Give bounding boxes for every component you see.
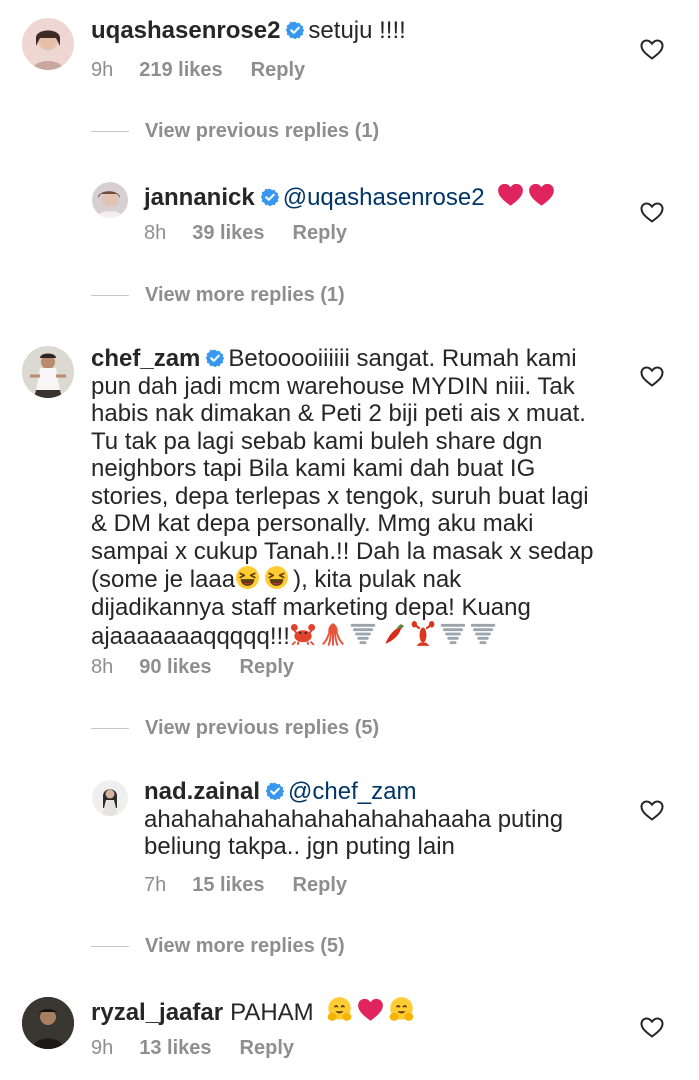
comment-body: nad.zainal @chef_zam ahahahahahahahahahah… <box>144 778 624 861</box>
laughing-emoji-icon <box>264 565 289 590</box>
username[interactable]: ryzal_jaafar <box>91 999 223 1026</box>
comment-line: ahahahahahahahahahahahaaha puting <box>144 805 564 833</box>
comment-body: chef_zam Betooooiiiiii sangat. Rumah kami… <box>91 345 631 651</box>
comment-text: ajaaaaaaaqqqqq!!! <box>91 623 290 650</box>
username[interactable]: chef_zam <box>91 345 200 372</box>
comment-line: beliung takpa.. jgn puting lain <box>144 833 455 860</box>
reply-button[interactable]: Reply <box>251 59 305 81</box>
comment-line: ajaaaaaaaqqqqq!!! <box>91 621 631 651</box>
comment-meta: 9h 13 likes Reply <box>91 1037 294 1060</box>
comment-text: setuju !!!! <box>308 17 406 44</box>
view-more-replies-button[interactable]: View more replies (5) <box>91 933 345 959</box>
hugging-face-emoji-icon <box>389 996 415 1022</box>
timestamp: 9h <box>91 1037 114 1059</box>
verified-badge-icon <box>206 349 225 367</box>
comment-text: PAHAM <box>230 999 314 1026</box>
toggle-label: View previous replies (1) <box>145 119 380 142</box>
like-heart-icon[interactable] <box>640 799 664 821</box>
comment-text: ), kita pulak nak <box>293 566 462 593</box>
comment-meta: 7h 15 likes Reply <box>144 874 347 897</box>
squid-emoji-icon <box>322 622 344 646</box>
likes-count[interactable]: 13 likes <box>139 1037 211 1059</box>
comment-line: sampai x cukup Tanah.!! Dah la masak x s… <box>91 537 594 565</box>
timestamp: 9h <box>91 59 114 81</box>
hugging-face-emoji-icon <box>327 996 353 1022</box>
avatar[interactable] <box>22 346 74 398</box>
like-heart-icon[interactable] <box>640 38 664 60</box>
username[interactable]: nad.zainal <box>144 778 260 805</box>
lobster-emoji-icon <box>410 621 436 647</box>
divider-line <box>91 945 129 947</box>
comment-line: Tu tak pa lagi sebab kami buleh share dg… <box>91 427 543 455</box>
avatar[interactable] <box>22 18 74 70</box>
toggle-label: View more replies (5) <box>145 934 345 957</box>
avatar[interactable] <box>22 997 74 1049</box>
tornado-emoji-icon <box>440 623 466 645</box>
divider-line <box>91 130 129 132</box>
toggle-label: View previous replies (5) <box>145 716 380 739</box>
laughing-emoji-icon <box>235 565 260 590</box>
comment-body: uqashasenrose2 setuju !!!! <box>91 17 621 45</box>
verified-badge-icon <box>260 188 279 206</box>
like-heart-icon[interactable] <box>640 1016 664 1038</box>
mention-link[interactable]: @uqashasenrose2 <box>283 184 485 211</box>
red-heart-emoji-icon <box>498 183 524 206</box>
username[interactable]: jannanick <box>144 184 255 211</box>
username[interactable]: uqashasenrose2 <box>91 17 280 44</box>
timestamp: 7h <box>144 874 167 896</box>
comment-line: dijadikannya staff marketing depa! Kuang <box>91 593 531 621</box>
avatar[interactable] <box>92 780 128 816</box>
red-heart-emoji-icon <box>529 183 555 206</box>
toggle-label: View more replies (1) <box>145 283 345 306</box>
comment-meta: 8h 39 likes Reply <box>144 222 347 245</box>
red-heart-emoji-icon <box>358 998 384 1021</box>
timestamp: 8h <box>144 222 167 244</box>
divider-line <box>91 727 129 729</box>
crab-emoji-icon <box>289 623 316 646</box>
verified-badge-icon <box>286 21 305 39</box>
likes-count[interactable]: 39 likes <box>192 222 264 244</box>
comment-text: Betooooiiiiii sangat. Rumah kami <box>228 345 577 372</box>
comment-body: ryzal_jaafar PAHAM <box>91 996 621 1027</box>
reply-button[interactable]: Reply <box>240 1037 294 1059</box>
verified-badge-icon <box>266 782 285 800</box>
like-heart-icon[interactable] <box>640 201 664 223</box>
comment-line: pun dah jadi mcm warehouse MYDIN niii. T… <box>91 372 575 400</box>
comment-line: & DM kat depa personally. Mmg aku maki <box>91 510 534 537</box>
like-heart-icon[interactable] <box>640 365 664 387</box>
comment-line: habis nak dimakan & Peti 2 biji peti ais… <box>91 400 586 427</box>
comment-meta: 8h 90 likes Reply <box>91 656 294 679</box>
comment-line: nad.zainal @chef_zam <box>144 778 624 806</box>
timestamp: 8h <box>91 656 114 678</box>
comment-line: neighbors tapi Bila kami kami dah buat I… <box>91 455 536 482</box>
likes-count[interactable]: 90 likes <box>139 656 211 678</box>
divider-line <box>91 294 129 296</box>
mention-link[interactable]: @chef_zam <box>288 778 416 805</box>
avatar[interactable] <box>92 182 128 218</box>
reply-button[interactable]: Reply <box>293 874 347 896</box>
comment-body: jannanick @uqashasenrose2 <box>144 181 624 212</box>
reply-button[interactable]: Reply <box>293 222 347 244</box>
tornado-emoji-icon <box>470 623 496 645</box>
reply-button[interactable]: Reply <box>240 656 294 678</box>
comment-meta: 9h 219 likes Reply <box>91 59 305 82</box>
chili-pepper-emoji-icon <box>384 623 404 645</box>
likes-count[interactable]: 15 likes <box>192 874 264 896</box>
tornado-emoji-icon <box>350 623 376 645</box>
likes-count[interactable]: 219 likes <box>139 59 222 81</box>
comment-line: chef_zam Betooooiiiiii sangat. Rumah kami <box>91 345 631 373</box>
comment-line: (some je laaa ), kita pulak nak <box>91 565 631 594</box>
view-previous-replies-button[interactable]: View previous replies (5) <box>91 715 379 741</box>
comment-text: (some je laaa <box>91 566 236 593</box>
comment-line: stories, depa terlepas x tengok, suruh b… <box>91 482 589 510</box>
view-more-replies-button[interactable]: View more replies (1) <box>91 282 345 308</box>
view-previous-replies-button[interactable]: View previous replies (1) <box>91 118 379 144</box>
